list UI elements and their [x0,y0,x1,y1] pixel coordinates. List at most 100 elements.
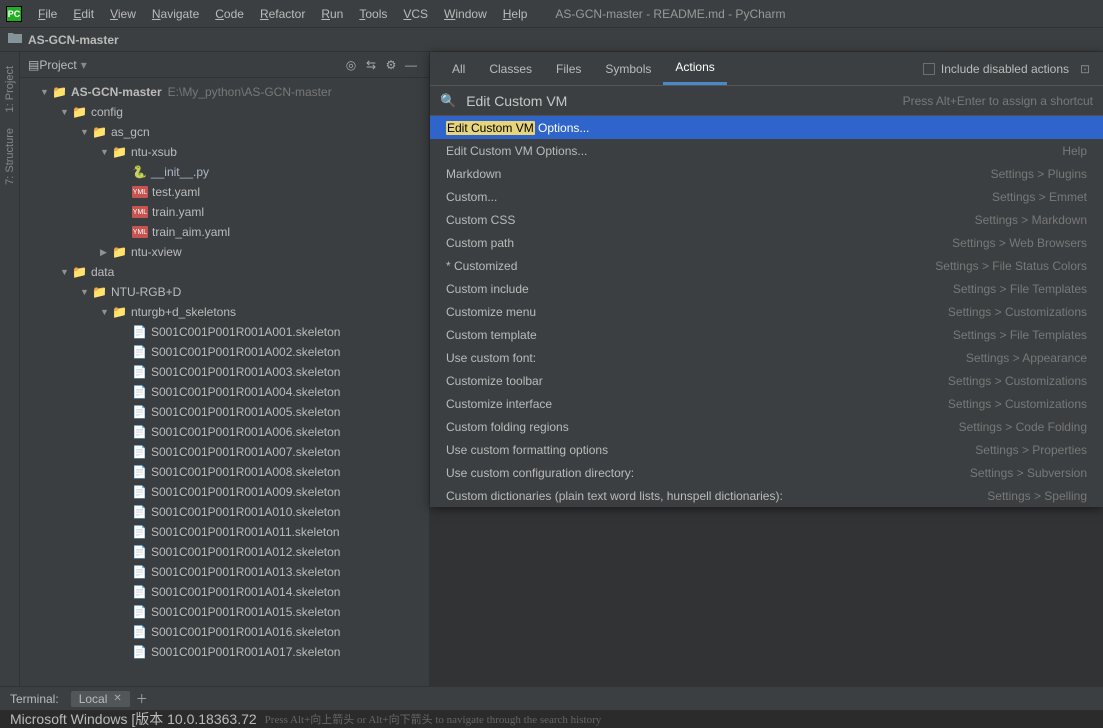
menu-file[interactable]: File [30,7,65,21]
collapse-icon[interactable]: ⇆ [361,58,381,72]
popup-result[interactable]: Customize toolbarSettings > Customizatio… [430,369,1103,392]
project-tree[interactable]: ▼📁AS-GCN-masterE:\My_python\AS-GCN-maste… [20,78,429,686]
popup-result[interactable]: * CustomizedSettings > File Status Color… [430,254,1103,277]
tree-folder-data[interactable]: ▼📁data [20,262,429,282]
menu-edit[interactable]: Edit [65,7,102,21]
menu-code[interactable]: Code [207,7,252,21]
status-hint: Press Alt+向上箭头 or Alt+向下箭头 to navigate t… [265,711,602,727]
search-popup: AllClassesFilesSymbolsActions Include di… [430,52,1103,507]
tree-file-skeleton[interactable]: 📄S001C001P001R001A001.skeleton [20,322,429,342]
popup-result[interactable]: Edit Custom VM Options...Help [430,139,1103,162]
popup-result[interactable]: Custom folding regionsSettings > Code Fo… [430,415,1103,438]
popup-result[interactable]: Custom includeSettings > File Templates [430,277,1103,300]
tree-file-skeleton[interactable]: 📄S001C001P001R001A017.skeleton [20,642,429,662]
search-icon: 🔍 [440,93,456,109]
tree-file-test[interactable]: YMLtest.yaml [20,182,429,202]
terminal-label: Terminal: [10,692,59,706]
terminal-tab-local[interactable]: Local ✕ [71,691,130,707]
terminal-content: Microsoft Windows [版本 10.0.18363.72 [10,710,257,728]
include-disabled-checkbox[interactable]: Include disabled actions [923,62,1069,76]
breadcrumb-root[interactable]: AS-GCN-master [28,33,119,47]
tree-file-skeleton[interactable]: 📄S001C001P001R001A009.skeleton [20,482,429,502]
tree-file-trainaim[interactable]: YMLtrain_aim.yaml [20,222,429,242]
popup-result[interactable]: Custom dictionaries (plain text word lis… [430,484,1103,507]
menubar: PC FileEditViewNavigateCodeRefactorRunTo… [0,0,1103,28]
popup-tab-classes[interactable]: Classes [477,52,544,85]
tree-file-init[interactable]: 🐍__init__.py [20,162,429,182]
tree-folder-config[interactable]: ▼📁config [20,102,429,122]
menu-tools[interactable]: Tools [351,7,395,21]
popup-result[interactable]: Custom CSSSettings > Markdown [430,208,1103,231]
pin-icon[interactable]: ⊡ [1077,62,1093,76]
checkbox-icon[interactable] [923,63,935,75]
tree-file-skeleton[interactable]: 📄S001C001P001R001A013.skeleton [20,562,429,582]
menu-view[interactable]: View [102,7,144,21]
menu-vcs[interactable]: VCS [395,7,436,21]
tree-root-name: AS-GCN-master [71,85,162,99]
popup-result[interactable]: Customize interfaceSettings > Customizat… [430,392,1103,415]
tree-folder-ntuxview[interactable]: ▶📁ntu-xview [20,242,429,262]
tree-file-train[interactable]: YMLtrain.yaml [20,202,429,222]
project-header: ▤ Project ▾ ◎ ⇆ ⚙ — [20,52,429,78]
popup-results: Edit Custom VM Options...Edit Custom VM … [430,116,1103,507]
tree-file-skeleton[interactable]: 📄S001C001P001R001A016.skeleton [20,622,429,642]
tree-root-path: E:\My_python\AS-GCN-master [168,85,332,99]
tree-file-skeleton[interactable]: 📄S001C001P001R001A012.skeleton [20,542,429,562]
tree-file-skeleton[interactable]: 📄S001C001P001R001A011.skeleton [20,522,429,542]
popup-result[interactable]: Customize menuSettings > Customizations [430,300,1103,323]
menu-help[interactable]: Help [495,7,536,21]
popup-result[interactable]: Custom templateSettings > File Templates [430,323,1103,346]
tree-folder-skeletons[interactable]: ▼📁nturgb+d_skeletons [20,302,429,322]
locate-icon[interactable]: ◎ [341,58,361,72]
tree-root[interactable]: ▼📁AS-GCN-masterE:\My_python\AS-GCN-maste… [20,82,429,102]
menu-refactor[interactable]: Refactor [252,7,313,21]
popup-result[interactable]: Edit Custom VM Options... [430,116,1103,139]
popup-result[interactable]: Use custom configuration directory:Setti… [430,461,1103,484]
popup-tab-actions[interactable]: Actions [663,52,726,85]
chevron-down-icon[interactable]: ▾ [81,58,87,72]
project-icon: ▤ [28,58,39,72]
terminal-tabbar: Terminal: Local ✕ ＋ [0,686,1103,710]
minimize-icon[interactable]: — [401,58,421,72]
popup-tab-all[interactable]: All [440,52,477,85]
popup-search-row: 🔍 Press Alt+Enter to assign a shortcut [430,86,1103,116]
popup-result[interactable]: Custom pathSettings > Web Browsers [430,231,1103,254]
close-icon[interactable]: ✕ [113,693,121,704]
tree-file-skeleton[interactable]: 📄S001C001P001R001A002.skeleton [20,342,429,362]
tree-file-skeleton[interactable]: 📄S001C001P001R001A005.skeleton [20,402,429,422]
gutter: 1: Project 7: Structure [0,52,20,686]
gear-icon[interactable]: ⚙ [381,58,401,72]
tree-file-skeleton[interactable]: 📄S001C001P001R001A006.skeleton [20,422,429,442]
gutter-tab-structure[interactable]: 7: Structure [4,122,16,191]
tree-folder-nturgbd[interactable]: ▼📁NTU-RGB+D [20,282,429,302]
include-label: Include disabled actions [941,62,1069,76]
popup-tab-symbols[interactable]: Symbols [593,52,663,85]
popup-tab-files[interactable]: Files [544,52,593,85]
popup-result[interactable]: Use custom formatting optionsSettings > … [430,438,1103,461]
add-terminal-button[interactable]: ＋ [136,690,148,707]
search-hint: Press Alt+Enter to assign a shortcut [903,94,1093,108]
menu-navigate[interactable]: Navigate [144,7,207,21]
menu-window[interactable]: Window [436,7,495,21]
tree-file-skeleton[interactable]: 📄S001C001P001R001A015.skeleton [20,602,429,622]
folder-icon [8,32,22,47]
gutter-tab-project[interactable]: 1: Project [4,60,16,118]
terminal-body[interactable]: Microsoft Windows [版本 10.0.18363.72 Pres… [0,710,1103,728]
tree-file-skeleton[interactable]: 📄S001C001P001R001A008.skeleton [20,462,429,482]
tree-file-skeleton[interactable]: 📄S001C001P001R001A004.skeleton [20,382,429,402]
app-icon: PC [6,6,22,22]
search-input[interactable] [466,93,894,109]
window-title: AS-GCN-master - README.md - PyCharm [555,7,785,21]
tree-file-skeleton[interactable]: 📄S001C001P001R001A014.skeleton [20,582,429,602]
project-panel: ▤ Project ▾ ◎ ⇆ ⚙ — ▼📁AS-GCN-masterE:\My… [20,52,430,686]
tree-file-skeleton[interactable]: 📄S001C001P001R001A007.skeleton [20,442,429,462]
menu-run[interactable]: Run [313,7,351,21]
popup-result[interactable]: Use custom font:Settings > Appearance [430,346,1103,369]
popup-tabs: AllClassesFilesSymbolsActions Include di… [430,52,1103,86]
popup-result[interactable]: MarkdownSettings > Plugins [430,162,1103,185]
tree-file-skeleton[interactable]: 📄S001C001P001R001A010.skeleton [20,502,429,522]
tree-folder-ntuxsub[interactable]: ▼📁ntu-xsub [20,142,429,162]
popup-result[interactable]: Custom...Settings > Emmet [430,185,1103,208]
tree-folder-asgcn[interactable]: ▼📁as_gcn [20,122,429,142]
tree-file-skeleton[interactable]: 📄S001C001P001R001A003.skeleton [20,362,429,382]
